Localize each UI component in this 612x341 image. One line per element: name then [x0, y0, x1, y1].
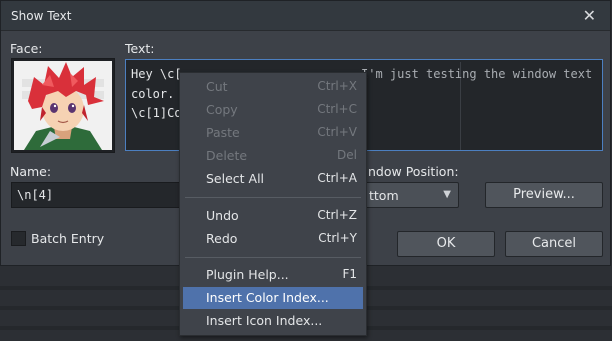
menu-separator [185, 257, 361, 258]
text-line-2: color. [131, 87, 175, 101]
menu-item-label: Insert Icon Index... [206, 313, 323, 328]
face-picker[interactable] [11, 58, 115, 153]
context-menu: Cut Ctrl+X Copy Ctrl+C Paste Ctrl+V Dele… [179, 72, 367, 336]
dialog-title: Show Text [11, 9, 72, 23]
name-field[interactable]: \n[4] [11, 182, 201, 208]
menu-item-insert-color-index[interactable]: Insert Color Index... [183, 287, 363, 309]
window-position-value: ttom [369, 188, 399, 203]
menu-item-shortcut: F1 [342, 267, 357, 281]
face-label: Face: [10, 41, 43, 56]
menu-item-insert-icon-index[interactable]: Insert Icon Index... [183, 310, 363, 332]
menu-item-label: Insert Color Index... [206, 290, 329, 305]
menu-item-paste[interactable]: Paste Ctrl+V [183, 122, 363, 144]
text-label: Text: [125, 41, 155, 56]
menu-item-shortcut: Ctrl+C [317, 102, 357, 116]
menu-item-shortcut: Ctrl+Y [318, 231, 357, 245]
ok-button[interactable]: OK [397, 231, 495, 257]
menu-item-label: Copy [206, 102, 238, 117]
name-label: Name: [10, 164, 52, 179]
menu-item-label: Undo [206, 208, 239, 223]
menu-item-shortcut: Ctrl+A [317, 171, 357, 185]
menu-item-shortcut: Ctrl+V [317, 125, 357, 139]
menu-item-copy[interactable]: Copy Ctrl+C [183, 99, 363, 121]
menu-item-plugin-help[interactable]: Plugin Help... F1 [183, 264, 363, 286]
menu-separator [185, 197, 361, 198]
chevron-down-icon: ▼ [443, 189, 451, 200]
menu-item-shortcut: Ctrl+Z [317, 208, 357, 222]
preview-button[interactable]: Preview... [485, 182, 603, 208]
text-line-1: Hey \c[ [131, 67, 182, 81]
batch-entry-checkbox[interactable] [11, 231, 26, 246]
menu-item-shortcut: Ctrl+X [317, 79, 357, 93]
menu-item-label: Redo [206, 231, 238, 246]
text-line-3: \c[1]Co [131, 106, 182, 120]
window-position-select[interactable]: ttom ▼ [356, 182, 459, 208]
cancel-button[interactable]: Cancel [505, 231, 603, 257]
menu-item-cut[interactable]: Cut Ctrl+X [183, 76, 363, 98]
name-field-value: \n[4] [17, 188, 54, 202]
menu-item-label: Delete [206, 148, 248, 163]
batch-entry-label: Batch Entry [31, 231, 105, 246]
close-icon[interactable]: ✕ [583, 6, 596, 25]
menu-item-shortcut: Del [337, 148, 357, 162]
menu-item-label: Cut [206, 79, 228, 94]
text-line-1-tail: I'm just testing the window text [361, 67, 593, 81]
menu-item-delete[interactable]: Delete Del [183, 145, 363, 167]
menu-item-label: Paste [206, 125, 240, 140]
window-position-label: ndow Position: [368, 164, 459, 179]
menu-item-label: Select All [206, 171, 265, 186]
menu-item-undo[interactable]: Undo Ctrl+Z [183, 205, 363, 227]
dialog-titlebar[interactable]: Show Text ✕ [1, 1, 610, 31]
menu-item-select-all[interactable]: Select All Ctrl+A [183, 168, 363, 190]
menu-item-redo[interactable]: Redo Ctrl+Y [183, 228, 363, 250]
face-portrait [14, 61, 112, 150]
menu-item-label: Plugin Help... [206, 267, 289, 282]
